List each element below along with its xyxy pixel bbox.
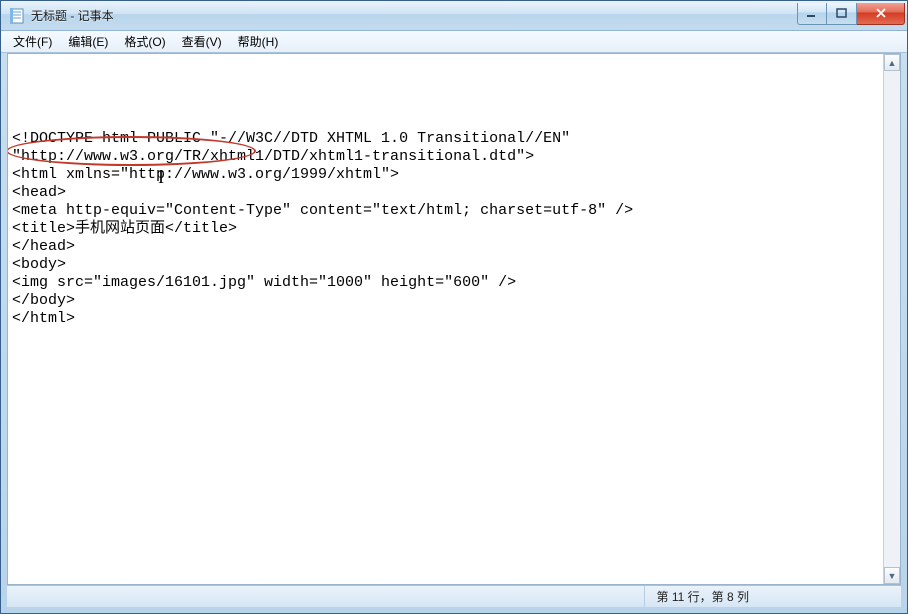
menu-file[interactable]: 文件(F) <box>5 31 60 52</box>
menubar: 文件(F) 编辑(E) 格式(O) 查看(V) 帮助(H) <box>1 31 907 53</box>
notepad-icon <box>9 8 25 24</box>
vertical-scrollbar[interactable]: ▲ ▼ <box>883 54 900 584</box>
editor-line: </head> <box>12 238 879 256</box>
editor-line: <img src="images/16101.jpg" width="1000"… <box>12 274 879 292</box>
menu-edit[interactable]: 编辑(E) <box>60 31 116 52</box>
cursor-position: 第 11 行，第 8 列 <box>644 586 761 607</box>
menu-view[interactable]: 查看(V) <box>174 31 230 52</box>
editor-line: </html> <box>12 310 879 328</box>
statusbar: 第 11 行，第 8 列 <box>7 585 901 607</box>
notepad-window: 无标题 - 记事本 文件(F) 编辑(E) 格式(O) 查看(V) 帮助(H) … <box>0 0 908 614</box>
editor-line: "http://www.w3.org/TR/xhtml1/DTD/xhtml1-… <box>12 148 879 166</box>
editor-line: <body> <box>12 256 879 274</box>
window-title: 无标题 - 记事本 <box>31 7 797 24</box>
scroll-down-button[interactable]: ▼ <box>884 567 900 584</box>
titlebar[interactable]: 无标题 - 记事本 <box>1 1 907 31</box>
editor-line: <meta http-equiv="Content-Type" content=… <box>12 202 879 220</box>
text-editor[interactable]: I <!DOCTYPE html PUBLIC "-//W3C//DTD XHT… <box>8 54 883 584</box>
editor-line: <html xmlns="http://www.w3.org/1999/xhtm… <box>12 166 879 184</box>
editor-line: <!DOCTYPE html PUBLIC "-//W3C//DTD XHTML… <box>12 130 879 148</box>
editor-line: <title>手机网站页面</title> <box>12 220 879 238</box>
minimize-button[interactable] <box>797 3 827 25</box>
editor-line: <head> <box>12 184 879 202</box>
maximize-button[interactable] <box>827 3 857 25</box>
menu-format[interactable]: 格式(O) <box>116 31 173 52</box>
editor-line: </body> <box>12 292 879 310</box>
menu-help[interactable]: 帮助(H) <box>230 31 287 52</box>
window-controls <box>797 3 905 25</box>
editor-container: I <!DOCTYPE html PUBLIC "-//W3C//DTD XHT… <box>7 53 901 585</box>
close-button[interactable] <box>857 3 905 25</box>
scroll-track[interactable] <box>884 71 900 567</box>
scroll-up-button[interactable]: ▲ <box>884 54 900 71</box>
